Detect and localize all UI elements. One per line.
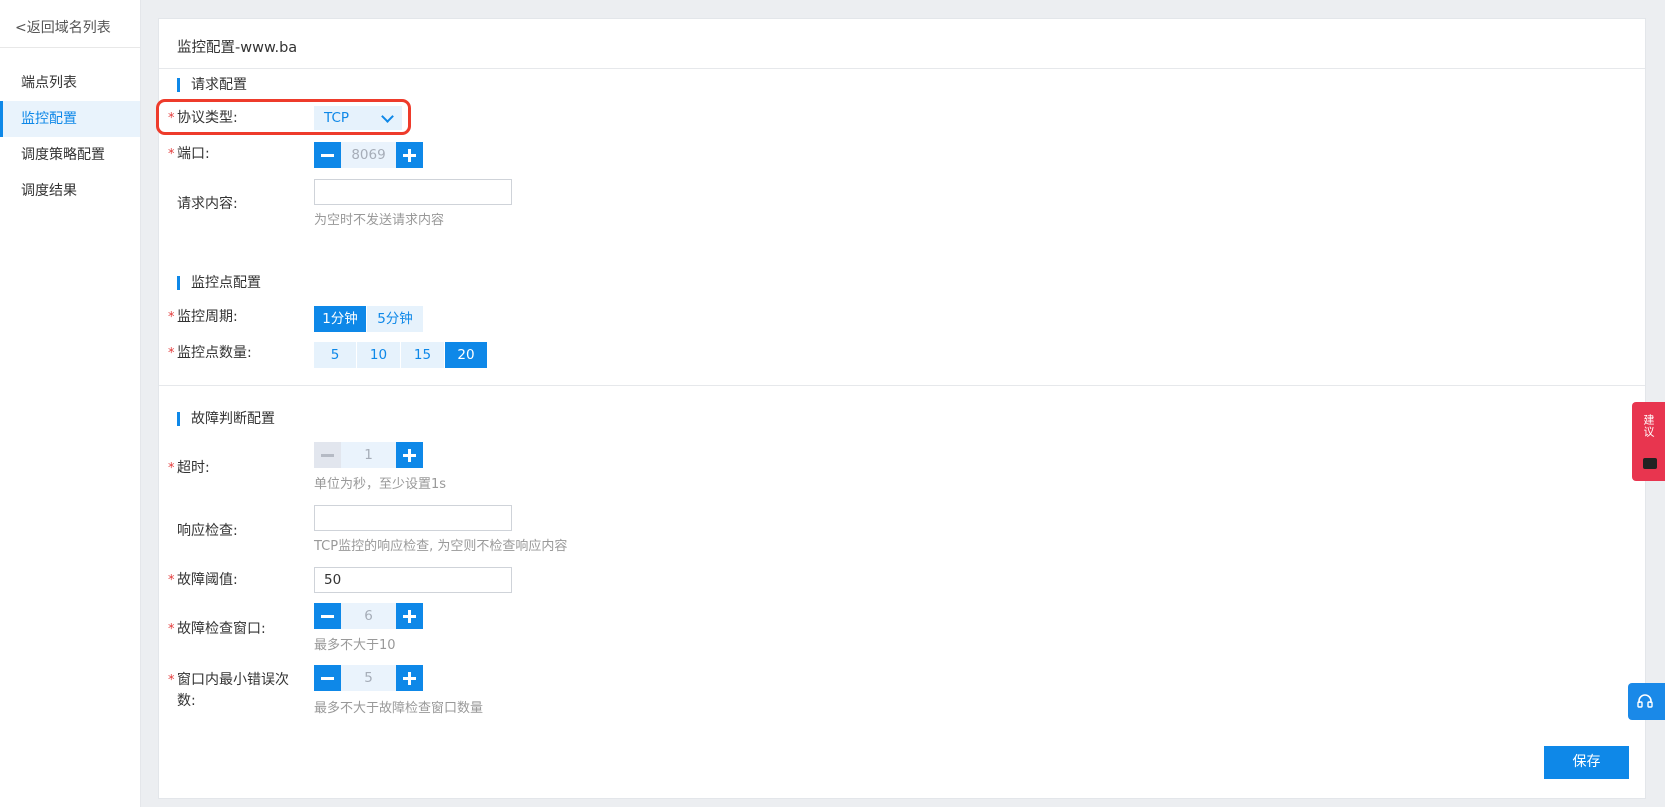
fault-window-stepper: 6 bbox=[314, 603, 423, 629]
port-increment-button[interactable] bbox=[396, 142, 423, 168]
required-mark: * bbox=[168, 310, 175, 325]
plus-icon bbox=[408, 610, 411, 623]
protocol-type-label: * 协议类型: bbox=[168, 108, 302, 129]
sidebar-item-scheduling-policy[interactable]: 调度策略配置 bbox=[0, 137, 140, 173]
timeout-increment-button[interactable] bbox=[396, 442, 423, 468]
response-check-hint: TCP监控的响应检查, 为空则不检查响应内容 bbox=[314, 539, 568, 554]
customer-support-button[interactable] bbox=[1628, 683, 1665, 720]
min-errors-label: * 窗口内最小错误次 数: bbox=[168, 672, 289, 709]
port-label: * 端口: bbox=[168, 144, 302, 165]
required-mark: * bbox=[168, 346, 175, 361]
minus-icon bbox=[321, 677, 334, 680]
sidebar-item-scheduling-result[interactable]: 调度结果 bbox=[0, 173, 140, 209]
count-option-5[interactable]: 5 bbox=[314, 342, 356, 368]
monitor-period-options: 1分钟 5分钟 bbox=[314, 306, 424, 332]
plus-icon bbox=[408, 672, 411, 685]
response-check-label: 响应检查: bbox=[177, 523, 238, 539]
monitor-period-label: * 监控周期: bbox=[168, 307, 302, 328]
min-errors-hint: 最多不大于故障检查窗口数量 bbox=[314, 701, 484, 716]
required-mark: * bbox=[168, 147, 175, 162]
minus-icon bbox=[321, 615, 334, 618]
section-title-monitor: 监控点配置 bbox=[177, 275, 261, 291]
feedback-tab[interactable]: 建议 bbox=[1632, 402, 1665, 481]
count-option-20[interactable]: 20 bbox=[445, 342, 487, 368]
timeout-label: * 超时: bbox=[168, 458, 302, 479]
timeout-stepper: 1 bbox=[314, 442, 423, 468]
monitor-count-options: 5 10 15 20 bbox=[314, 342, 488, 368]
headset-icon bbox=[1637, 694, 1653, 708]
min-errors-increment-button[interactable] bbox=[396, 665, 423, 691]
required-mark: * bbox=[168, 673, 175, 688]
sidebar: <返回域名列表 端点列表 监控配置 调度策略配置 调度结果 bbox=[0, 0, 141, 807]
section-title-request: 请求配置 bbox=[177, 77, 247, 93]
request-content-label: 请求内容: bbox=[177, 196, 238, 212]
fault-threshold-label: * 故障阈值: bbox=[168, 570, 302, 591]
protocol-type-value: TCP bbox=[324, 110, 350, 126]
request-content-hint: 为空时不发送请求内容 bbox=[314, 213, 445, 228]
section-title-fault: 故障判断配置 bbox=[177, 411, 275, 427]
message-icon bbox=[1643, 458, 1657, 469]
required-mark: * bbox=[168, 622, 175, 637]
min-errors-value[interactable]: 5 bbox=[341, 665, 396, 691]
period-option-1min[interactable]: 1分钟 bbox=[314, 306, 366, 332]
count-option-15[interactable]: 15 bbox=[401, 342, 444, 368]
required-mark: * bbox=[168, 573, 175, 588]
required-mark: * bbox=[168, 111, 175, 126]
sidebar-item-endpoint-list[interactable]: 端点列表 bbox=[0, 65, 140, 101]
window-increment-button[interactable] bbox=[396, 603, 423, 629]
sidebar-item-monitor-config[interactable]: 监控配置 bbox=[0, 101, 140, 137]
minus-icon bbox=[321, 154, 334, 157]
count-option-10[interactable]: 10 bbox=[357, 342, 400, 368]
plus-icon bbox=[408, 149, 411, 162]
timeout-decrement-button[interactable] bbox=[314, 442, 341, 468]
plus-icon bbox=[408, 449, 411, 462]
period-option-5min[interactable]: 5分钟 bbox=[367, 306, 423, 332]
response-check-input[interactable] bbox=[314, 505, 512, 531]
request-content-input[interactable] bbox=[314, 179, 512, 205]
fault-threshold-input[interactable]: 50 bbox=[314, 567, 512, 593]
required-mark: * bbox=[168, 461, 175, 476]
min-errors-decrement-button[interactable] bbox=[314, 665, 341, 691]
window-value[interactable]: 6 bbox=[341, 603, 396, 629]
feedback-label: 建议 bbox=[1642, 414, 1655, 438]
protocol-type-select[interactable]: TCP bbox=[314, 106, 402, 130]
monitor-count-label: * 监控点数量: bbox=[168, 343, 302, 364]
window-decrement-button[interactable] bbox=[314, 603, 341, 629]
port-decrement-button[interactable] bbox=[314, 142, 341, 168]
min-errors-stepper: 5 bbox=[314, 665, 423, 691]
fault-window-hint: 最多不大于10 bbox=[314, 638, 396, 653]
minus-icon bbox=[321, 454, 334, 457]
back-to-domain-list-link[interactable]: <返回域名列表 bbox=[0, 0, 140, 48]
save-button[interactable]: 保存 bbox=[1544, 746, 1629, 779]
port-value[interactable]: 8069 bbox=[341, 142, 396, 168]
timeout-value[interactable]: 1 bbox=[341, 442, 396, 468]
title-divider bbox=[159, 68, 1645, 69]
fault-window-label: * 故障检查窗口: bbox=[168, 619, 302, 640]
chevron-down-icon bbox=[381, 110, 394, 123]
main-panel: 监控配置-www.ba 请求配置 * 协议类型: TCP * 端口: 8069 请求… bbox=[156, 18, 1646, 799]
page-title: 监控配置-www.ba bbox=[177, 40, 298, 56]
port-stepper: 8069 bbox=[314, 142, 423, 168]
timeout-hint: 单位为秒，至少设置1s bbox=[314, 477, 447, 492]
section-divider bbox=[159, 385, 1645, 386]
